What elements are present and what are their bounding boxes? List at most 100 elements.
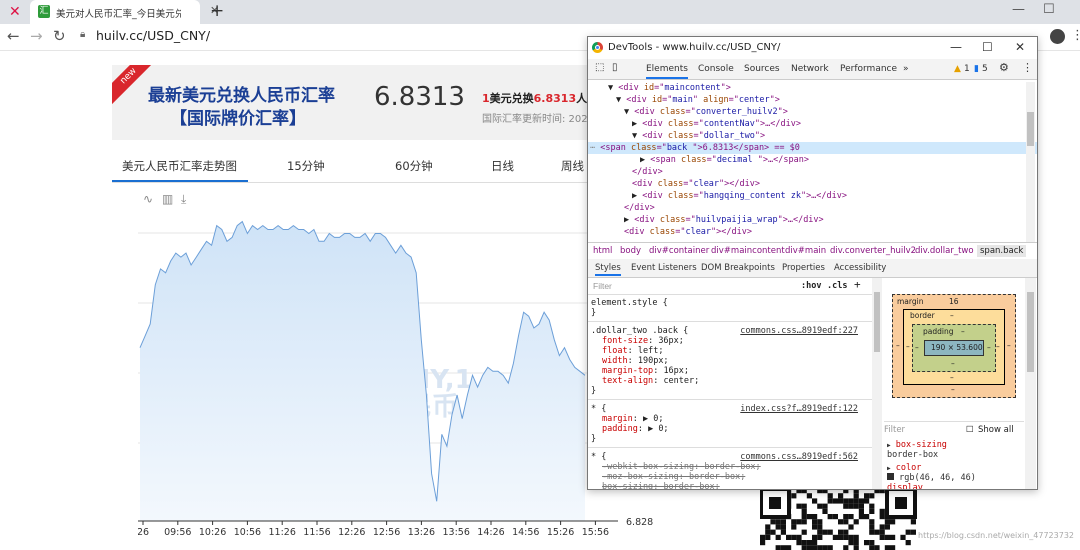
style-declaration[interactable]: margin-top: 16px; [602,366,689,376]
style-declaration[interactable]: padding: ▶ 0; [602,424,669,434]
computed-prop-3[interactable]: display [887,483,923,489]
info-count[interactable]: 5 [982,64,988,74]
tab-trend[interactable]: 美元人民币汇率走势图 [122,158,237,174]
dom-node[interactable]: ▼ <div id="maincontent"> [588,82,1037,94]
expand-arrow-icon[interactable]: ▼ [632,131,642,141]
styles-filter-input[interactable]: Filter [593,281,612,291]
tab-console[interactable]: Console [698,64,734,74]
breadcrumb-item[interactable]: div#container [649,246,709,256]
style-declaration[interactable]: -moz-box-sizing: border-box; [602,472,745,482]
rule-selector[interactable]: * { [591,452,606,462]
expand-arrow-icon[interactable]: ▼ [624,107,634,117]
devtools-maximize-icon[interactable]: ☐ [982,40,993,54]
reload-icon[interactable]: ↻ [53,27,66,45]
breadcrumb-item[interactable]: span.back [977,245,1027,257]
tab-weekly[interactable]: 周线 [561,158,584,174]
box-model-padding[interactable]: padding – – – – 190 × 53.600 [912,324,996,372]
style-declaration[interactable]: -webkit-box-sizing: border-box; [602,462,761,472]
rule-source-link[interactable]: commons.css…8919edf:227 [740,326,858,336]
rule-source-link[interactable]: index.css?f…8919edf:122 [740,404,858,414]
tab-network[interactable]: Network [791,64,829,74]
tab-60min[interactable]: 60分钟 [395,158,433,174]
tab-dom-breakpoints[interactable]: DOM Breakpoints [701,263,775,273]
tab-daily[interactable]: 日线 [491,158,514,174]
expand-arrow-icon[interactable]: ▶ [640,155,650,165]
tab-performance[interactable]: Performance [840,64,897,74]
elements-scrollbar[interactable] [1026,82,1035,242]
breadcrumb-item[interactable]: div.converter_huilv2 [830,246,916,256]
breadcrumb-item[interactable]: body [620,246,641,256]
box-model-border[interactable]: border – – – – padding – – – – 190 × 53.… [903,309,1005,385]
dom-node[interactable]: ▼ <div class="converter_huilv2"> [588,106,1037,118]
dom-node[interactable]: ▶ <span class="decimal ">…</span> [588,154,1037,166]
devtools-minimize-icon[interactable]: — [950,40,962,54]
dom-node[interactable]: ▶ <div class="huilvpaijia_wrap">…</div> [588,214,1037,226]
hov-toggle[interactable]: :hov [801,281,821,291]
maximize-window-icon[interactable]: ☐ [1043,2,1055,17]
style-declaration[interactable]: float: left; [602,346,663,356]
expand-arrow-icon[interactable]: ▼ [616,95,626,105]
settings-gear-icon[interactable]: ⚙ [999,61,1009,74]
element-style-selector[interactable]: element.style { [591,298,668,308]
computed-filter-input[interactable]: Filter [884,425,905,435]
style-declaration[interactable]: font-size: 36px; [602,336,684,346]
dom-node[interactable]: <div class="clear"></div> [588,226,1037,238]
expand-arrow-icon[interactable]: ▶ [624,215,634,225]
dom-node[interactable]: ⋯ <span class="back ">6.8313</span> == $… [588,142,1037,154]
browser-tab[interactable]: 汇 美元对人民币汇率_今日美元兑人 ✕ [30,0,219,24]
tab-properties[interactable]: Properties [782,263,825,273]
expand-arrow-icon[interactable]: ▶ [632,191,642,201]
box-model-margin[interactable]: margin 16 – – – border – – – – padding –… [892,294,1016,398]
profile-avatar-icon[interactable] [1050,29,1065,44]
devtools-close-icon[interactable]: ✕ [1015,40,1025,54]
tab-elements[interactable]: Elements [646,64,688,79]
dom-node[interactable]: ▶ <div class="hangqing_content zk">…</di… [588,190,1037,202]
new-rule-icon[interactable]: + [854,278,861,291]
tab-sources[interactable]: Sources [744,64,780,74]
rule-selector[interactable]: * { [591,404,606,414]
expand-arrow-icon[interactable]: ▶ [632,119,642,129]
style-declaration[interactable]: width: 190px; [602,356,669,366]
rule-close[interactable]: } [591,308,596,318]
breadcrumb-item[interactable]: div#maincontent [711,246,785,256]
style-declaration[interactable]: box-sizing: border-box; [602,482,720,489]
cls-toggle[interactable]: .cls [827,281,847,291]
device-toolbar-icon[interactable]: ▯ [612,62,618,73]
dom-node[interactable]: <div class="clear"></div> [588,178,1037,190]
rule-close[interactable]: } [591,434,596,444]
box-model-scrollbar[interactable] [1025,278,1036,489]
expand-arrow-icon[interactable]: ▼ [608,83,618,93]
tab-15min[interactable]: 15分钟 [287,158,325,174]
box-model-content[interactable]: 190 × 53.600 [924,340,984,356]
minimize-window-icon[interactable]: — [1012,2,1025,17]
browser-menu-icon[interactable]: ⋮ [1071,28,1080,43]
computed-prop-1[interactable]: ▶ box-sizing [887,440,947,450]
url-text[interactable]: huilv.cc/USD_CNY/ [96,28,210,43]
devtools-menu-icon[interactable]: ⋮ [1022,61,1033,74]
back-arrow-icon[interactable]: ← [7,27,20,45]
warning-count[interactable]: 1 [964,64,970,74]
style-declaration[interactable]: text-align: center; [602,376,699,386]
inspect-element-icon[interactable]: ⬚ [595,62,604,73]
rule-selector[interactable]: .dollar_two .back { [591,326,688,336]
dom-node[interactable]: ▶ <div class="contentNav">…</div> [588,118,1037,130]
more-tabs-button[interactable]: » [903,64,909,74]
styles-scrollbar[interactable] [872,278,882,489]
dom-node[interactable]: ▼ <div id="main" align="center"> [588,94,1037,106]
dom-node[interactable]: </div> [588,202,1037,214]
dom-node[interactable]: </div> [588,166,1037,178]
tab-accessibility[interactable]: Accessibility [834,263,886,273]
breadcrumb-item[interactable]: div.dollar_two [915,246,974,256]
tab-event-listeners[interactable]: Event Listeners [631,263,697,273]
breadcrumb-item[interactable]: html [593,246,612,256]
computed-prop-2[interactable]: ▶ color [887,463,921,473]
forward-arrow-icon[interactable]: → [30,27,43,45]
tab-styles[interactable]: Styles [595,263,621,276]
rule-source-link[interactable]: commons.css…8919edf:562 [740,452,858,462]
rule-close[interactable]: } [591,386,596,396]
color-swatch[interactable] [887,473,894,480]
style-declaration[interactable]: margin: ▶ 0; [602,414,663,424]
dom-node[interactable]: ▼ <div class="dollar_two"> [588,130,1037,142]
show-all-checkbox[interactable]: ☐ [966,425,974,435]
breadcrumb-item[interactable]: div#main [785,246,826,256]
